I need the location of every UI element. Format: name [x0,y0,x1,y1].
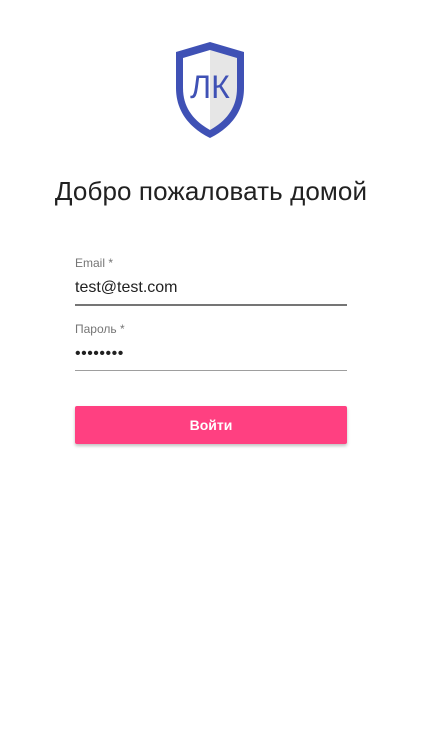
logo-text: ЛК [190,69,230,105]
password-field-container: Пароль * [75,322,347,371]
password-field[interactable] [75,342,347,366]
email-underline [75,304,347,306]
email-field[interactable] [75,276,347,300]
shield-icon: ЛК [176,42,244,138]
password-underline [75,370,347,371]
login-button[interactable]: Войти [75,406,347,444]
email-label: Email * [75,256,114,270]
page-title: Добро пожаловать домой [54,176,368,206]
password-label: Пароль * [75,322,125,336]
logo: ЛК [172,40,248,140]
email-field-container: Email * [75,256,347,306]
